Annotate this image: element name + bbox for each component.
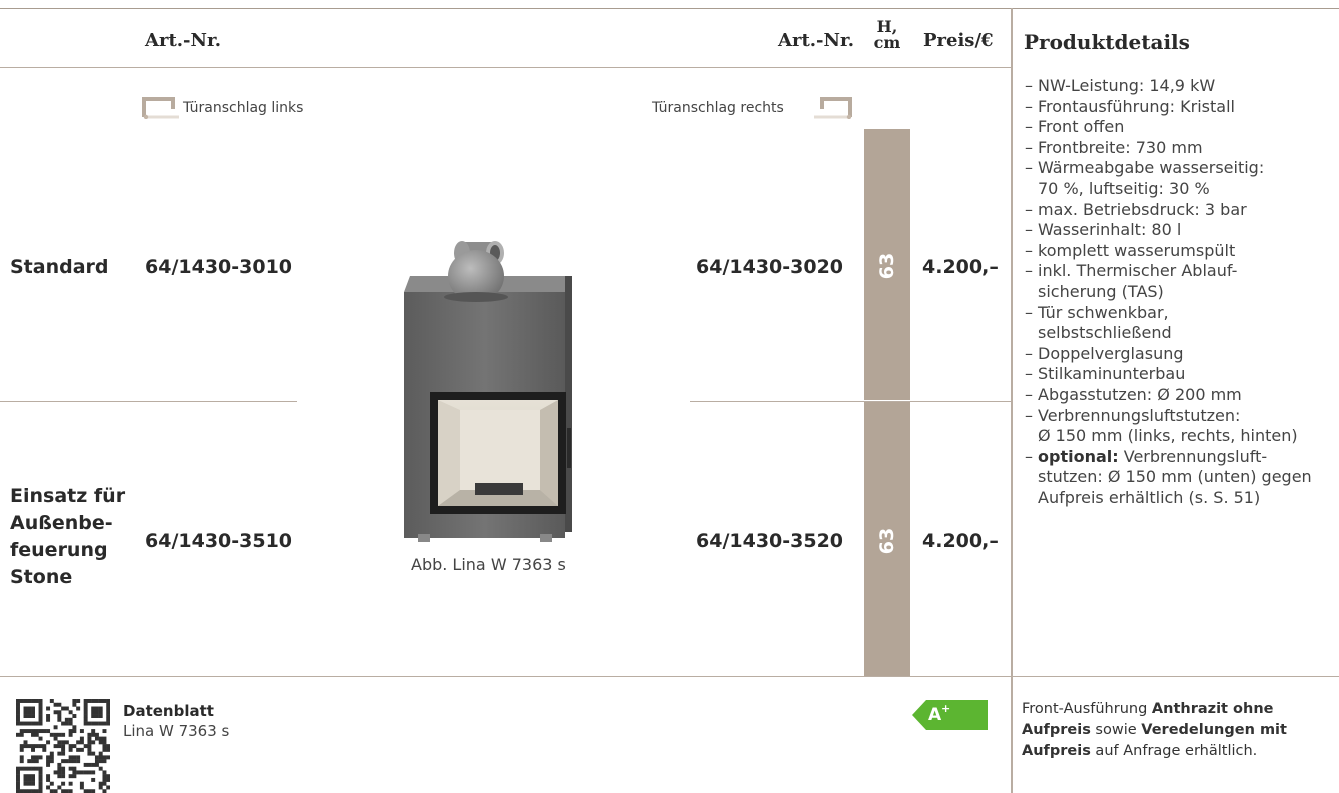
row-label-stone-line1: Einsatz für: [10, 485, 126, 507]
detail-item-optional: optional: Verbrennungsluft-: [1013, 447, 1339, 468]
door-right-icon: [814, 97, 852, 119]
optional-prefix: optional:: [1038, 446, 1119, 466]
note-text: Front-Ausführung: [1022, 701, 1152, 717]
price-stone: 4.200,–: [922, 530, 999, 552]
door-left-label: Türanschlag links: [183, 100, 304, 116]
datasheet-model: Lina W 7363 s: [123, 722, 230, 740]
header-artnr-right: Art.-Nr.: [778, 30, 855, 51]
energy-class: A: [928, 705, 942, 725]
detail-item: komplett wasserumspült: [1013, 241, 1339, 262]
detail-item: max. Betriebsdruck: 3 bar: [1013, 200, 1339, 221]
detail-item-continued: selbstschließend: [1038, 323, 1172, 343]
door-left-icon: [142, 97, 179, 119]
detail-item: Front offen: [1013, 117, 1339, 138]
door-right-label: Türanschlag rechts: [652, 100, 784, 116]
header-product-details: Produktdetails: [1024, 30, 1190, 54]
detail-item-continued: Ø 150 mm (links, rechts, hinten): [1038, 426, 1298, 446]
footer-rule: [0, 676, 1339, 677]
artnr-left-standard: 64/1430-3010: [145, 256, 293, 278]
detail-item: Tür schwenkbar,: [1013, 303, 1339, 324]
top-rule: [0, 8, 1339, 9]
artnr-right-standard: 64/1430-3020: [696, 256, 844, 278]
detail-item: NW-Leistung: 14,9 kW: [1013, 76, 1339, 97]
energy-label-badge: A +: [912, 700, 988, 730]
energy-class-sup: +: [941, 702, 951, 715]
detail-item: inkl. Thermischer Ablauf-: [1013, 261, 1339, 282]
detail-item-continued: sicherung (TAS): [1038, 281, 1164, 301]
header-height-label: H, cm: [864, 19, 910, 51]
artnr-left-stone: 64/1430-3510: [145, 530, 293, 552]
note-text: auf Anfrage erhältlich.: [1090, 743, 1258, 759]
detail-item: Wärmeabgabe wasserseitig:: [1013, 158, 1339, 179]
detail-item: Frontausführung: Kristall: [1013, 97, 1339, 118]
row-divider-right: [690, 401, 1012, 402]
datasheet-title: Datenblatt: [123, 702, 214, 720]
footer-note: Front-Ausführung Anthrazit ohne Aufpreis…: [1022, 699, 1332, 762]
row-divider-left: [0, 401, 297, 402]
image-caption: Abb. Lina W 7363 s: [411, 555, 566, 574]
detail-item-continued: Aufpreis erhältlich (s. S. 51): [1038, 487, 1261, 507]
detail-item: Frontbreite: 730 mm: [1013, 138, 1339, 159]
header-price: Preis/€: [923, 30, 994, 51]
header-artnr-left: Art.-Nr.: [145, 30, 222, 51]
row-label-stone-line3: feuerung: [10, 539, 108, 561]
row-label-stone: Einsatz für Außenbe- feuerung Stone: [10, 483, 125, 591]
product-details-list: NW-Leistung: 14,9 kW Frontausführung: Kr…: [1013, 76, 1339, 508]
price-standard: 4.200,–: [922, 256, 999, 278]
detail-item-continued: stutzen: Ø 150 mm (unten) gegen: [1038, 467, 1312, 487]
detail-item: Verbrennungsluftstutzen:: [1013, 406, 1339, 427]
qr-code-icon: [16, 699, 110, 793]
artnr-right-stone: 64/1430-3520: [696, 530, 844, 552]
detail-item: Doppelverglasung: [1013, 344, 1339, 365]
detail-item: Stilkaminunterbau: [1013, 364, 1339, 385]
detail-item-continued: 70 %, luftseitig: 30 %: [1038, 178, 1210, 198]
header-rule: [0, 67, 1012, 68]
header-height-line2: cm: [873, 33, 901, 52]
optional-text: Verbrennungsluft-: [1123, 446, 1268, 466]
note-text: sowie: [1090, 722, 1142, 738]
height-value-stone: 63: [876, 527, 898, 555]
fireplace-product-image: [404, 241, 572, 542]
row-label-standard: Standard: [10, 256, 109, 278]
height-value-standard: 63: [876, 252, 898, 280]
detail-item: Abgasstutzen: Ø 200 mm: [1013, 385, 1339, 406]
row-label-stone-line2: Außenbe-: [10, 512, 113, 534]
row-label-stone-line4: Stone: [10, 566, 73, 588]
detail-item: Wasserinhalt: 80 l: [1013, 220, 1339, 241]
